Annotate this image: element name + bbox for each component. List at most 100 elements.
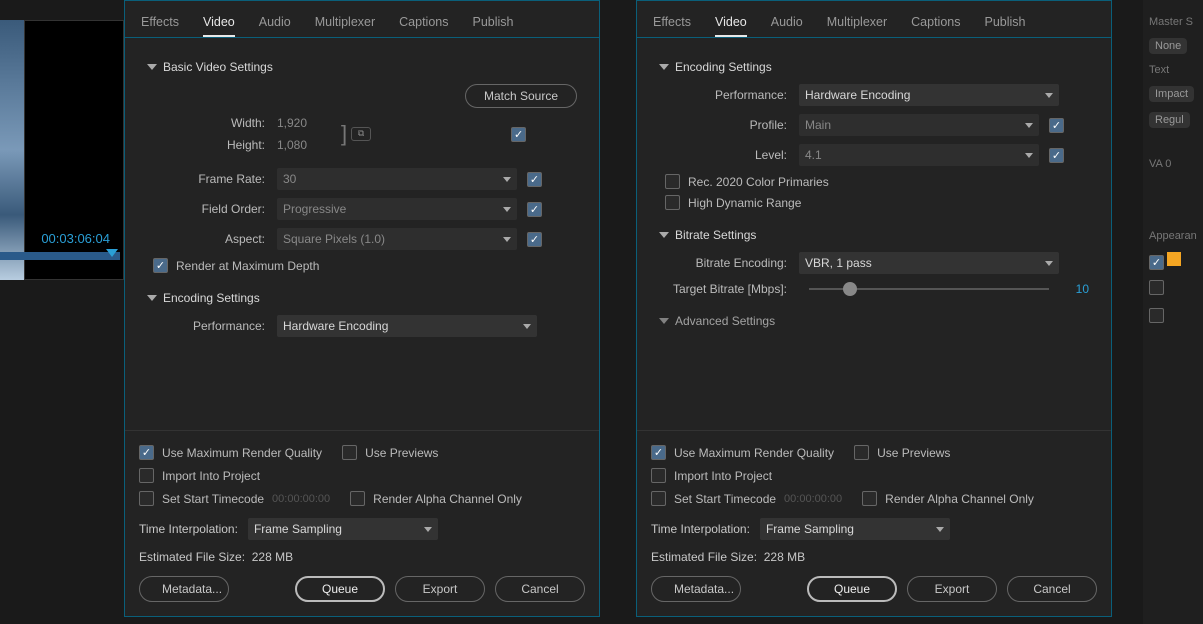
encoding-settings-header[interactable]: Encoding Settings xyxy=(147,291,577,305)
tracking-label: VA 0 xyxy=(1149,158,1197,170)
chevron-down-icon xyxy=(503,207,511,212)
match-source-button[interactable]: Match Source xyxy=(465,84,577,108)
basic-video-title: Basic Video Settings xyxy=(163,60,273,74)
aspect-dropdown[interactable]: Square Pixels (1.0) xyxy=(277,228,517,250)
shadow-check[interactable] xyxy=(1149,308,1164,323)
chevron-down-icon xyxy=(424,527,432,532)
rec2020-check[interactable] xyxy=(665,174,680,189)
framerate-dropdown[interactable]: 30 xyxy=(277,168,517,190)
chevron-down-icon xyxy=(1025,153,1033,158)
queue-button[interactable]: Queue xyxy=(295,576,385,602)
tab-multiplexer[interactable]: Multiplexer xyxy=(827,9,887,37)
tab-effects[interactable]: Effects xyxy=(141,9,179,37)
set-start-tc-check[interactable] xyxy=(139,491,154,506)
import-project-label: Import Into Project xyxy=(674,469,772,483)
level-match-check[interactable] xyxy=(1049,148,1064,163)
metadata-button[interactable]: Metadata... xyxy=(651,576,741,602)
start-tc-value[interactable]: 00:00:00:00 xyxy=(272,493,330,505)
bitrate-settings-header[interactable]: Bitrate Settings xyxy=(659,228,1089,242)
profile-dropdown[interactable]: Main xyxy=(799,114,1039,136)
fill-color-swatch[interactable] xyxy=(1167,252,1181,266)
stroke-check[interactable] xyxy=(1149,280,1164,295)
cancel-button[interactable]: Cancel xyxy=(1007,576,1097,602)
height-label: Height: xyxy=(157,138,277,152)
settings-scroll-area[interactable]: Basic Video Settings Match Source Width:… xyxy=(125,38,599,430)
import-project-label: Import Into Project xyxy=(162,469,260,483)
encoding-settings-header[interactable]: Encoding Settings xyxy=(659,60,1089,74)
tab-video[interactable]: Video xyxy=(203,9,235,37)
use-max-quality-check[interactable] xyxy=(651,445,666,460)
basic-video-settings-header[interactable]: Basic Video Settings xyxy=(147,60,577,74)
tab-captions[interactable]: Captions xyxy=(911,9,960,37)
bitrate-title: Bitrate Settings xyxy=(675,228,756,242)
alpha-only-label: Render Alpha Channel Only xyxy=(373,492,522,506)
queue-button[interactable]: Queue xyxy=(807,576,897,602)
tab-audio[interactable]: Audio xyxy=(259,9,291,37)
advanced-settings-header[interactable]: Advanced Settings xyxy=(659,314,1089,328)
use-max-quality-label: Use Maximum Render Quality xyxy=(674,446,834,460)
profile-label: Profile: xyxy=(659,118,799,132)
font-impact[interactable]: Impact xyxy=(1149,86,1194,102)
time-interp-dropdown[interactable]: Frame Sampling xyxy=(248,518,438,540)
fieldorder-match-source-check[interactable] xyxy=(527,202,542,217)
export-button[interactable]: Export xyxy=(907,576,997,602)
performance-dropdown[interactable]: Hardware Encoding xyxy=(799,84,1059,106)
alpha-only-check[interactable] xyxy=(862,491,877,506)
tab-audio[interactable]: Audio xyxy=(771,9,803,37)
tab-video[interactable]: Video xyxy=(715,9,747,37)
encoding-title: Encoding Settings xyxy=(163,291,260,305)
framerate-label: Frame Rate: xyxy=(157,172,277,186)
import-project-check[interactable] xyxy=(139,468,154,483)
chevron-down-icon xyxy=(147,64,157,70)
none-button[interactable]: None xyxy=(1149,38,1187,54)
chevron-down-icon xyxy=(503,237,511,242)
aspect-match-source-check[interactable] xyxy=(527,232,542,247)
target-bitrate-value[interactable]: 10 xyxy=(1059,282,1089,296)
chevron-down-icon xyxy=(523,324,531,329)
use-previews-check[interactable] xyxy=(342,445,357,460)
metadata-button[interactable]: Metadata... xyxy=(139,576,229,602)
profile-match-check[interactable] xyxy=(1049,118,1064,133)
right-sidebar: Master S None Text Impact Regul VA 0 App… xyxy=(1143,0,1203,624)
tab-captions[interactable]: Captions xyxy=(399,9,448,37)
height-value[interactable]: 1,080 xyxy=(277,138,337,152)
cancel-button[interactable]: Cancel xyxy=(495,576,585,602)
alpha-only-label: Render Alpha Channel Only xyxy=(885,492,1034,506)
chevron-down-icon xyxy=(147,295,157,301)
chevron-down-icon xyxy=(659,318,669,324)
time-interp-dropdown[interactable]: Frame Sampling xyxy=(760,518,950,540)
render-max-depth-check[interactable] xyxy=(153,258,168,273)
bitrate-encoding-dropdown[interactable]: VBR, 1 pass xyxy=(799,252,1059,274)
timeline-playhead[interactable] xyxy=(106,249,118,257)
fill-check[interactable] xyxy=(1149,255,1164,270)
timeline-bar[interactable] xyxy=(0,252,120,260)
slider-thumb[interactable] xyxy=(843,282,857,296)
settings-scroll-area[interactable]: Encoding Settings Performance: Hardware … xyxy=(637,38,1111,430)
est-size-label: Estimated File Size: xyxy=(139,550,245,564)
tab-effects[interactable]: Effects xyxy=(653,9,691,37)
tab-publish[interactable]: Publish xyxy=(985,9,1026,37)
set-start-tc-check[interactable] xyxy=(651,491,666,506)
width-value[interactable]: 1,920 xyxy=(277,116,337,130)
tab-publish[interactable]: Publish xyxy=(473,9,514,37)
dimensions-match-source-check[interactable] xyxy=(511,127,526,142)
font-regular[interactable]: Regul xyxy=(1149,112,1190,128)
target-bitrate-slider[interactable] xyxy=(809,288,1049,290)
level-dropdown[interactable]: 4.1 xyxy=(799,144,1039,166)
fieldorder-label: Field Order: xyxy=(157,202,277,216)
use-max-quality-check[interactable] xyxy=(139,445,154,460)
framerate-match-source-check[interactable] xyxy=(527,172,542,187)
export-button[interactable]: Export xyxy=(395,576,485,602)
performance-dropdown[interactable]: Hardware Encoding xyxy=(277,315,537,337)
link-icon[interactable]: ⧉ xyxy=(351,127,371,141)
tab-multiplexer[interactable]: Multiplexer xyxy=(315,9,375,37)
render-max-depth-label: Render at Maximum Depth xyxy=(176,259,319,273)
export-panel-right: Effects Video Audio Multiplexer Captions… xyxy=(636,0,1112,617)
hdr-check[interactable] xyxy=(665,195,680,210)
start-tc-value[interactable]: 00:00:00:00 xyxy=(784,493,842,505)
use-previews-check[interactable] xyxy=(854,445,869,460)
fieldorder-dropdown[interactable]: Progressive xyxy=(277,198,517,220)
export-footer: Use Maximum Render Quality Use Previews … xyxy=(125,430,599,616)
alpha-only-check[interactable] xyxy=(350,491,365,506)
import-project-check[interactable] xyxy=(651,468,666,483)
